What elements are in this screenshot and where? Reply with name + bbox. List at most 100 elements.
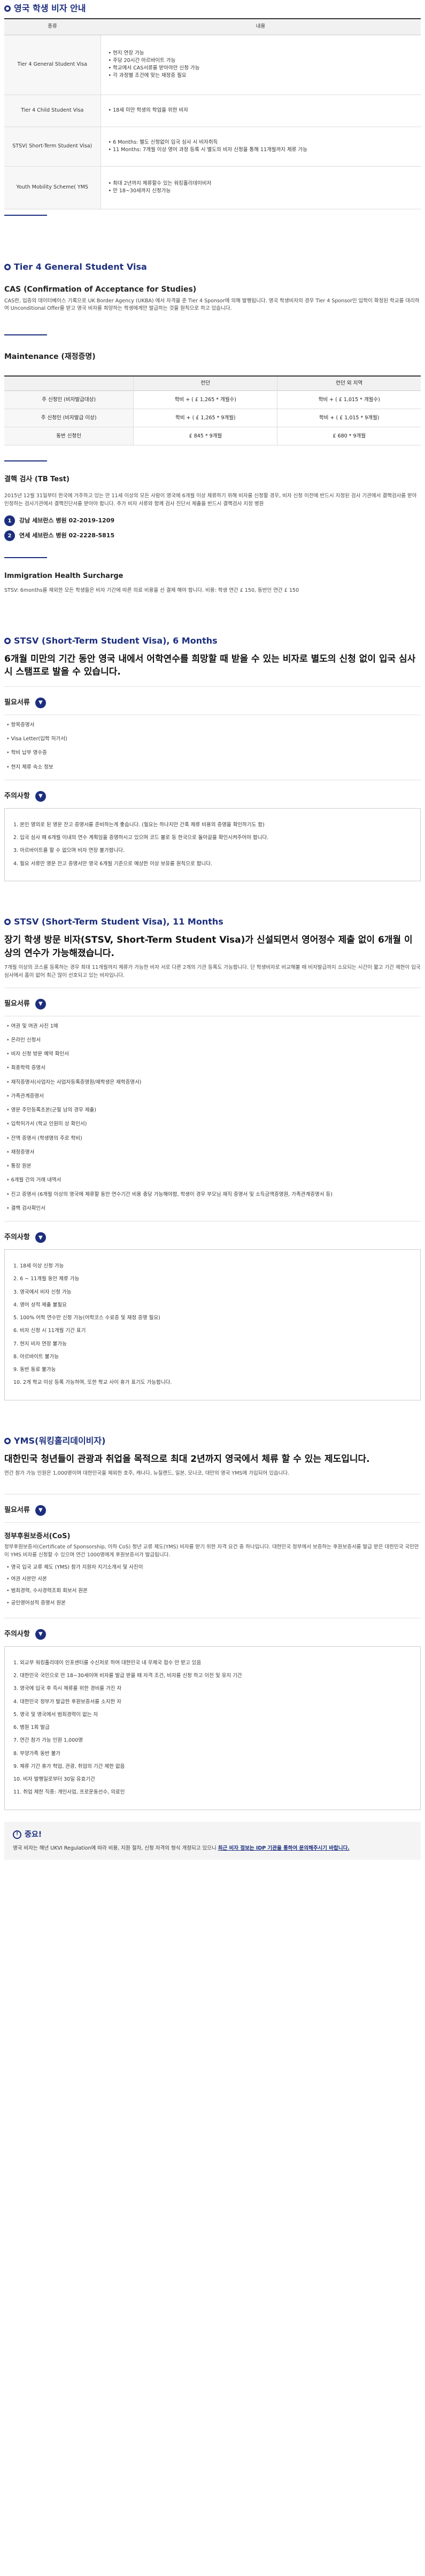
list-item: 최종학력 증명서 xyxy=(6,1064,421,1072)
notes-box: 1. 본인 명의로 된 영문 잔고 증명서를 준비하는게 좋습니다. (필요는 … xyxy=(4,808,421,881)
list-item: 1. 본인 명의로 된 영문 잔고 증명서를 준비하는게 좋습니다. (필요는 … xyxy=(13,821,265,828)
circle-marker-icon xyxy=(4,637,11,644)
chevron-down-icon: ▼ xyxy=(35,1505,46,1516)
list-item: 공인영어성적 증명서 원본 xyxy=(6,1600,421,1607)
accordion-notes-stsv11[interactable]: 주의사항 ▼ xyxy=(4,1229,421,1246)
circle-marker-icon xyxy=(4,263,11,270)
list-item: 5. 100% 어학 연수만 신청 가능(어학코스 수료증 및 재정 증명 필요… xyxy=(13,1315,160,1321)
list-item: 주당 20시간 아르바이트 가능 xyxy=(109,57,414,65)
warning-text: 영국 비자는 해년 UKVI Regulation에 따라 비용, 지원 절차,… xyxy=(13,1845,350,1851)
list-item: 현지 연장 가능 xyxy=(109,50,414,57)
list-item: 8. 아르바이트 불가능 xyxy=(13,1353,59,1360)
number-one-icon: 1 xyxy=(4,515,15,527)
chevron-down-icon: ▼ xyxy=(35,790,46,802)
table-row: 주 신청인 (비자발급 이상) 학비 + ( £ 1,265 * 9개월) 학비… xyxy=(4,409,421,428)
divider xyxy=(4,1221,421,1222)
cas-title: CAS (Confirmation of Acceptance for Stud… xyxy=(4,285,197,294)
circle-marker-icon xyxy=(4,1437,11,1444)
notes-box: 1. 외교부 워킹홀리데이 인포센터를 수신처로 하여 대한민국 내 우체국 접… xyxy=(4,1646,421,1810)
list-item: 현지 체류 숙소 정보 xyxy=(6,764,421,771)
visa-type-cell: Tier 4 Child Student Visa xyxy=(4,95,101,127)
divider xyxy=(4,214,47,216)
list-item: 잔액 증명서 (학생명의 주로 학비) xyxy=(6,1135,421,1142)
list-item: 학비 납부 영수증 xyxy=(6,749,421,757)
exclamation-icon: ! xyxy=(13,1830,21,1839)
warning-box: ! 중요! 영국 비자는 해년 UKVI Regulation에 따라 비용, … xyxy=(4,1821,421,1860)
list-item: 4. 필요 서류만 영문 잔고 증명서만 영국 6개월 기준으로 예상한 이상 … xyxy=(13,860,213,867)
table-header xyxy=(4,375,134,392)
section-title-stsv11: STSV (Short-Term Student Visa), 11 Month… xyxy=(4,913,421,931)
divider xyxy=(4,460,47,462)
list-item: 3. 영국에 입국 후 즉시 체류를 위한 경비를 가진 자 xyxy=(13,1686,122,1692)
table-row: 동반 신청인 £ 845 * 9개월 £ 680 * 9개월 xyxy=(4,427,421,446)
accordion-docs-stsv6[interactable]: 필요서류 ▼ xyxy=(4,694,421,711)
chevron-down-icon: ▼ xyxy=(35,1628,46,1640)
list-item: 최대 2년까지 체류할수 있는 워킹홀리데이비자 xyxy=(109,180,414,187)
yms-text: 연간 참가 가능 인원은 1,000명이며 대한민국을 제외한 호주, 캐나다,… xyxy=(4,1470,290,1477)
list-item: 결핵 검사확인서 xyxy=(6,1205,421,1212)
chevron-down-icon: ▼ xyxy=(35,998,46,1009)
list-item: 6. 병원 1회 발급 xyxy=(13,1725,50,1731)
divider xyxy=(4,557,47,559)
ihs-title: Immigration Health Surcharge xyxy=(4,572,123,581)
yms-lead: 대한민국 청년들이 관광과 취업을 목적으로 최대 2년까지 영국에서 체류 할… xyxy=(4,1453,370,1465)
table-header: 종류 xyxy=(4,18,101,35)
list-item: 범죄경력, 수사경력조회 회보서 원본 xyxy=(6,1587,421,1595)
section-title-tier4: Tier 4 General Student Visa xyxy=(4,259,421,277)
list-item: 여권 및 여권 사진 1매 xyxy=(6,1023,421,1030)
circle-marker-icon xyxy=(4,918,11,925)
list-item: 6개월 간의 거래 내역서 xyxy=(6,1177,421,1184)
list-item: 9. 동반 동료 불가능 xyxy=(13,1367,56,1373)
list-item: 항목증명서 xyxy=(6,722,421,729)
accordion-notes-yms[interactable]: 주의사항 ▼ xyxy=(4,1626,421,1643)
list-item: 여권 사본만 사본 xyxy=(6,1576,421,1583)
table-row: Tier 4 General Student Visa 현지 연장 가능 주당 … xyxy=(4,35,421,95)
stsv6-lead: 6개월 미만의 기간 동안 영국 내에서 어학연수를 희망할 때 받을 수 있는… xyxy=(4,653,416,678)
list-item: 2. 입국 심사 때 6개월 이내의 연수 계획임을 증명하시고 있으며 코드 … xyxy=(13,835,269,841)
warning-title: ! 중요! xyxy=(13,1829,412,1841)
warning-highlight: 최근 비자 정보는 IDP 기관을 통하여 문의해주시기 바랍니다. xyxy=(218,1845,350,1851)
cos-title: 정부후원보증서(CoS) xyxy=(4,1532,71,1540)
hospital-item: 2 연세 세브란스 병원 02-2228-5815 xyxy=(4,530,421,542)
list-item: 8. 부양가족 동반 불가 xyxy=(13,1750,61,1757)
tb-text: 2015년 12월 31일부터 한국에 거주하고 있는 만 11세 이상의 모든… xyxy=(4,492,417,507)
maintenance-table: 런던 런던 외 지역 주 신청인 (비자발급대상) 학비 + ( £ 1,265… xyxy=(4,375,421,446)
list-item: 10. 비자 발행일로부터 30일 유효기간 xyxy=(13,1776,95,1783)
list-item: 4. 영어 성적 제출 불필요 xyxy=(13,1302,67,1308)
list-item: 영국 입국 교류 제도 (YMS) 참가 지원자 지기소개서 및 사진이 xyxy=(6,1564,421,1571)
section-title-student-visa: 영국 학생 비자 안내 xyxy=(4,0,421,18)
list-item: 진고 증명서 (6개월 이상의 영국에 체류할 동안 연수기간 비용 충당 가능… xyxy=(6,1191,421,1199)
list-item: 5. 영국 및 영국에서 범죄경력이 없는 자 xyxy=(13,1711,98,1718)
accordion-docs-stsv11[interactable]: 필요서류 ▼ xyxy=(4,996,421,1013)
list-item: 7. 현지 비자 연장 불가능 xyxy=(13,1341,67,1347)
number-two-icon: 2 xyxy=(4,530,15,542)
accordion-docs-yms[interactable]: 필요서류 ▼ xyxy=(4,1502,421,1519)
list-item: 영문 주민등록초본(군필 남의 경우 제출) xyxy=(6,1107,421,1114)
notes-box: 1. 18세 이상 신청 가능 2. 6 ~ 11개월 동안 체류 가능 3. … xyxy=(4,1249,421,1400)
list-item: 재정증명서 xyxy=(6,1149,421,1156)
cos-list: 영국 입국 교류 제도 (YMS) 참가 지원자 지기소개서 및 사진이 여권 … xyxy=(4,1564,421,1607)
maintenance-title: Maintenance (재정증명) xyxy=(4,352,96,361)
list-item: 11 Months: 7개월 이상 영어 과정 등록 시 별도의 비자 신청을 … xyxy=(109,146,414,154)
chevron-down-icon: ▼ xyxy=(35,1232,46,1243)
page: 영국 학생 비자 안내 종류 내용 Tier 4 General Student… xyxy=(0,0,425,1870)
circle-marker-icon xyxy=(4,5,11,12)
list-item: 1. 외교부 워킹홀리데이 인포센터를 수신처로 하여 대한민국 내 우체국 접… xyxy=(13,1659,202,1666)
stsv11-lead: 장기 학생 방문 비자(STSV, Short-Term Student Vis… xyxy=(4,934,413,959)
table-header: 런던 외 지역 xyxy=(277,375,421,392)
list-item: 3. 아르바이트를 할 수 없으며 비자 연장 불가합니다. xyxy=(13,848,125,854)
list-item: 7. 연간 참가 가능 인원 1,000명 xyxy=(13,1737,83,1744)
list-item: Visa Letter(입학 허가서) xyxy=(6,735,421,743)
accordion-notes-stsv6[interactable]: 주의사항 ▼ xyxy=(4,788,421,805)
list-item: 6. 비자 신청 시 11개월 기간 표기 xyxy=(13,1328,86,1334)
tb-title: 결핵 검사 (TB Test) xyxy=(4,475,69,484)
list-item: 6 Months: 별도 신청없이 입국 심사 시 비자취득 xyxy=(109,139,414,146)
list-item: 10. 2개 학교 이상 등록 가능하며, 또한 학교 사이 휴가 표기도 가능… xyxy=(13,1380,172,1386)
table-row: 주 신청인 (비자발급대상) 학비 + ( £ 1,265 * 개월수) 학비 … xyxy=(4,390,421,410)
table-row: STSV( Short-Term Student Visa) 6 Months:… xyxy=(4,127,421,167)
visa-types-table: 종류 내용 Tier 4 General Student Visa 현지 연장 … xyxy=(4,18,421,209)
list-item: 9. 체류 기간 휴가 학업, 관광, 취업의 기간 제한 없음 xyxy=(13,1763,125,1769)
list-item: 비자 신청 방문 예약 확인서 xyxy=(6,1051,421,1058)
list-item: 11. 취업 제한 직종: 개인사업, 프로운동선수, 의료인 xyxy=(13,1789,125,1796)
table-header: 내용 xyxy=(101,18,421,35)
